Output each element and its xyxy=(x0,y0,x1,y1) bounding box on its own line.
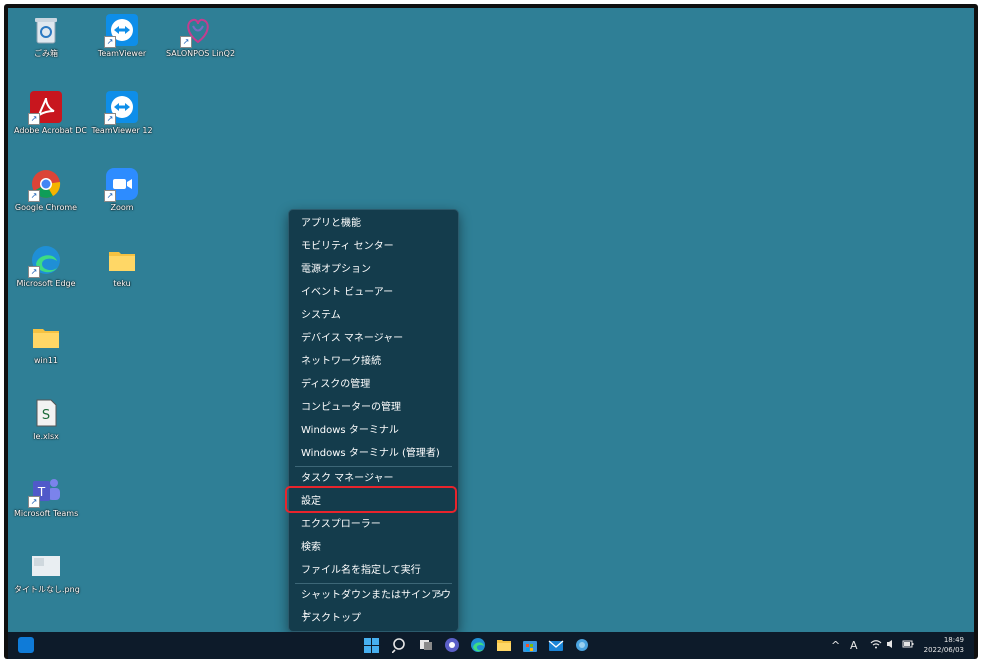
taskbar: ^ A 18:49 2022/06/03 xyxy=(8,632,974,659)
shortcut-arrow-icon: ↗ xyxy=(28,266,40,278)
task-view-icon[interactable] xyxy=(18,637,34,653)
teamviewer-icon: ↗ xyxy=(104,91,138,125)
desktop-icon-salonpos[interactable]: ↗ SALONPOS LinQ2 xyxy=(166,14,236,59)
edge-icon: ↗ xyxy=(28,244,62,278)
menu-item-desktop[interactable]: デスクトップ xyxy=(291,609,456,629)
folder-icon xyxy=(30,321,62,353)
menu-item-device-manager[interactable]: デバイス マネージャー xyxy=(291,329,456,349)
menu-item-system[interactable]: システム xyxy=(291,306,456,326)
start-button[interactable] xyxy=(364,638,379,653)
app-icon[interactable] xyxy=(574,637,590,653)
desktop-icon-label: TeamViewer xyxy=(97,49,147,58)
menu-item-event-viewer[interactable]: イベント ビューアー xyxy=(291,283,456,303)
desktop-icon-zoom[interactable]: ↗ Zoom xyxy=(90,168,154,213)
desktop-icon-label: Microsoft Teams xyxy=(14,509,79,518)
settings-highlight-box xyxy=(285,486,457,513)
desktop-icon-png-file[interactable]: タイトルなし.png xyxy=(14,550,80,595)
chrome-icon: ↗ xyxy=(28,168,62,202)
desktop-icon-label: Microsoft Edge xyxy=(16,279,76,288)
desktop-icon-google-chrome[interactable]: ↗ Google Chrome xyxy=(14,168,78,213)
wifi-icon[interactable] xyxy=(870,639,882,652)
teamviewer-icon: ↗ xyxy=(104,14,138,48)
zoom-icon: ↗ xyxy=(104,168,138,202)
desktop-icon-label: TeamViewer 12 xyxy=(91,126,153,135)
menu-separator xyxy=(295,466,452,467)
adobe-acrobat-icon: ↗ xyxy=(28,91,62,125)
battery-icon[interactable] xyxy=(902,639,914,652)
chat-icon[interactable] xyxy=(444,637,460,653)
desktop-icon-label: Ie.xlsx xyxy=(33,432,59,441)
clock-date: 2022/06/03 xyxy=(923,646,964,654)
spreadsheet-file-icon: S xyxy=(30,397,62,429)
menu-item-power-options[interactable]: 電源オプション xyxy=(291,260,456,280)
tray-overflow-chevron-icon[interactable]: ^ xyxy=(831,639,840,652)
menu-item-network-connections[interactable]: ネットワーク接続 xyxy=(291,352,456,372)
desktop-icon-label: win11 xyxy=(33,356,58,365)
folder-icon xyxy=(106,244,138,276)
shortcut-arrow-icon: ↗ xyxy=(180,36,192,48)
desktop-icon-label: Adobe Acrobat DC xyxy=(14,126,87,135)
desktop-icon-label: Zoom xyxy=(110,203,134,212)
recycle-bin-icon xyxy=(30,14,62,46)
desktop-icon-label: ごみ箱 xyxy=(34,49,58,58)
shortcut-arrow-icon: ↗ xyxy=(28,190,40,202)
shortcut-arrow-icon: ↗ xyxy=(104,36,116,48)
store-icon[interactable] xyxy=(522,637,538,653)
menu-item-file-explorer[interactable]: エクスプローラー xyxy=(291,515,456,535)
svg-text:S: S xyxy=(42,408,50,423)
desktop-icon-label: SALONPOS LinQ2 xyxy=(166,49,236,58)
clock[interactable]: 18:49 2022/06/03 xyxy=(924,635,964,655)
shortcut-arrow-icon: ↗ xyxy=(28,113,40,125)
taskview-button-icon[interactable] xyxy=(418,637,434,653)
desktop-icon-label: タイトルなし.png xyxy=(14,585,80,594)
shortcut-arrow-icon: ↗ xyxy=(104,113,116,125)
desktop-icon-label: teku xyxy=(113,279,131,288)
menu-item-windows-terminal-admin[interactable]: Windows ターミナル (管理者) xyxy=(291,444,456,464)
winx-context-menu: アプリと機能 モビリティ センター 電源オプション イベント ビューアー システ… xyxy=(288,209,459,632)
teams-icon: T ↗ xyxy=(28,474,62,508)
desktop-icon-adobe-acrobat[interactable]: ↗ Adobe Acrobat DC xyxy=(14,91,87,136)
desktop[interactable]: ごみ箱 ↗ Adobe Acrobat DC ↗ Google Chrome ↗… xyxy=(8,8,974,632)
menu-separator xyxy=(295,583,452,584)
salonpos-icon: ↗ xyxy=(180,14,214,48)
desktop-icon-win11-folder[interactable]: win11 xyxy=(14,321,78,366)
desktop-icon-excel-file[interactable]: S Ie.xlsx xyxy=(14,397,78,442)
file-explorer-icon[interactable] xyxy=(496,637,512,653)
menu-item-mobility-center[interactable]: モビリティ センター xyxy=(291,237,456,257)
menu-item-disk-management[interactable]: ディスクの管理 xyxy=(291,375,456,395)
menu-item-computer-management[interactable]: コンピューターの管理 xyxy=(291,398,456,418)
clock-time: 18:49 xyxy=(943,636,964,644)
menu-item-search[interactable]: 検索 xyxy=(291,538,456,558)
desktop-icon-teamviewer[interactable]: ↗ TeamViewer xyxy=(90,14,154,59)
desktop-icon-recycle-bin[interactable]: ごみ箱 xyxy=(14,14,78,59)
desktop-icon-teamviewer-12[interactable]: ↗ TeamViewer 12 xyxy=(90,91,154,136)
chevron-right-icon: > xyxy=(435,590,444,601)
desktop-icon-teku-folder[interactable]: teku xyxy=(90,244,154,289)
mail-icon[interactable] xyxy=(548,637,564,653)
menu-item-run[interactable]: ファイル名を指定して実行 xyxy=(291,561,456,581)
menu-item-windows-terminal[interactable]: Windows ターミナル xyxy=(291,421,456,441)
menu-item-apps-features[interactable]: アプリと機能 xyxy=(291,214,456,234)
menu-item-shutdown-signout[interactable]: シャットダウンまたはサインアウト > xyxy=(291,586,456,621)
edge-taskbar-icon[interactable] xyxy=(470,637,486,653)
shortcut-arrow-icon: ↗ xyxy=(104,190,116,202)
shortcut-arrow-icon: ↗ xyxy=(28,496,40,508)
ime-indicator[interactable]: A xyxy=(850,639,858,652)
desktop-icon-microsoft-edge[interactable]: ↗ Microsoft Edge xyxy=(14,244,78,289)
desktop-icon-microsoft-teams[interactable]: T ↗ Microsoft Teams xyxy=(14,474,78,519)
image-file-icon xyxy=(30,550,62,582)
volume-icon[interactable] xyxy=(886,639,896,652)
desktop-icon-label: Google Chrome xyxy=(14,203,78,212)
search-icon[interactable] xyxy=(391,637,408,654)
